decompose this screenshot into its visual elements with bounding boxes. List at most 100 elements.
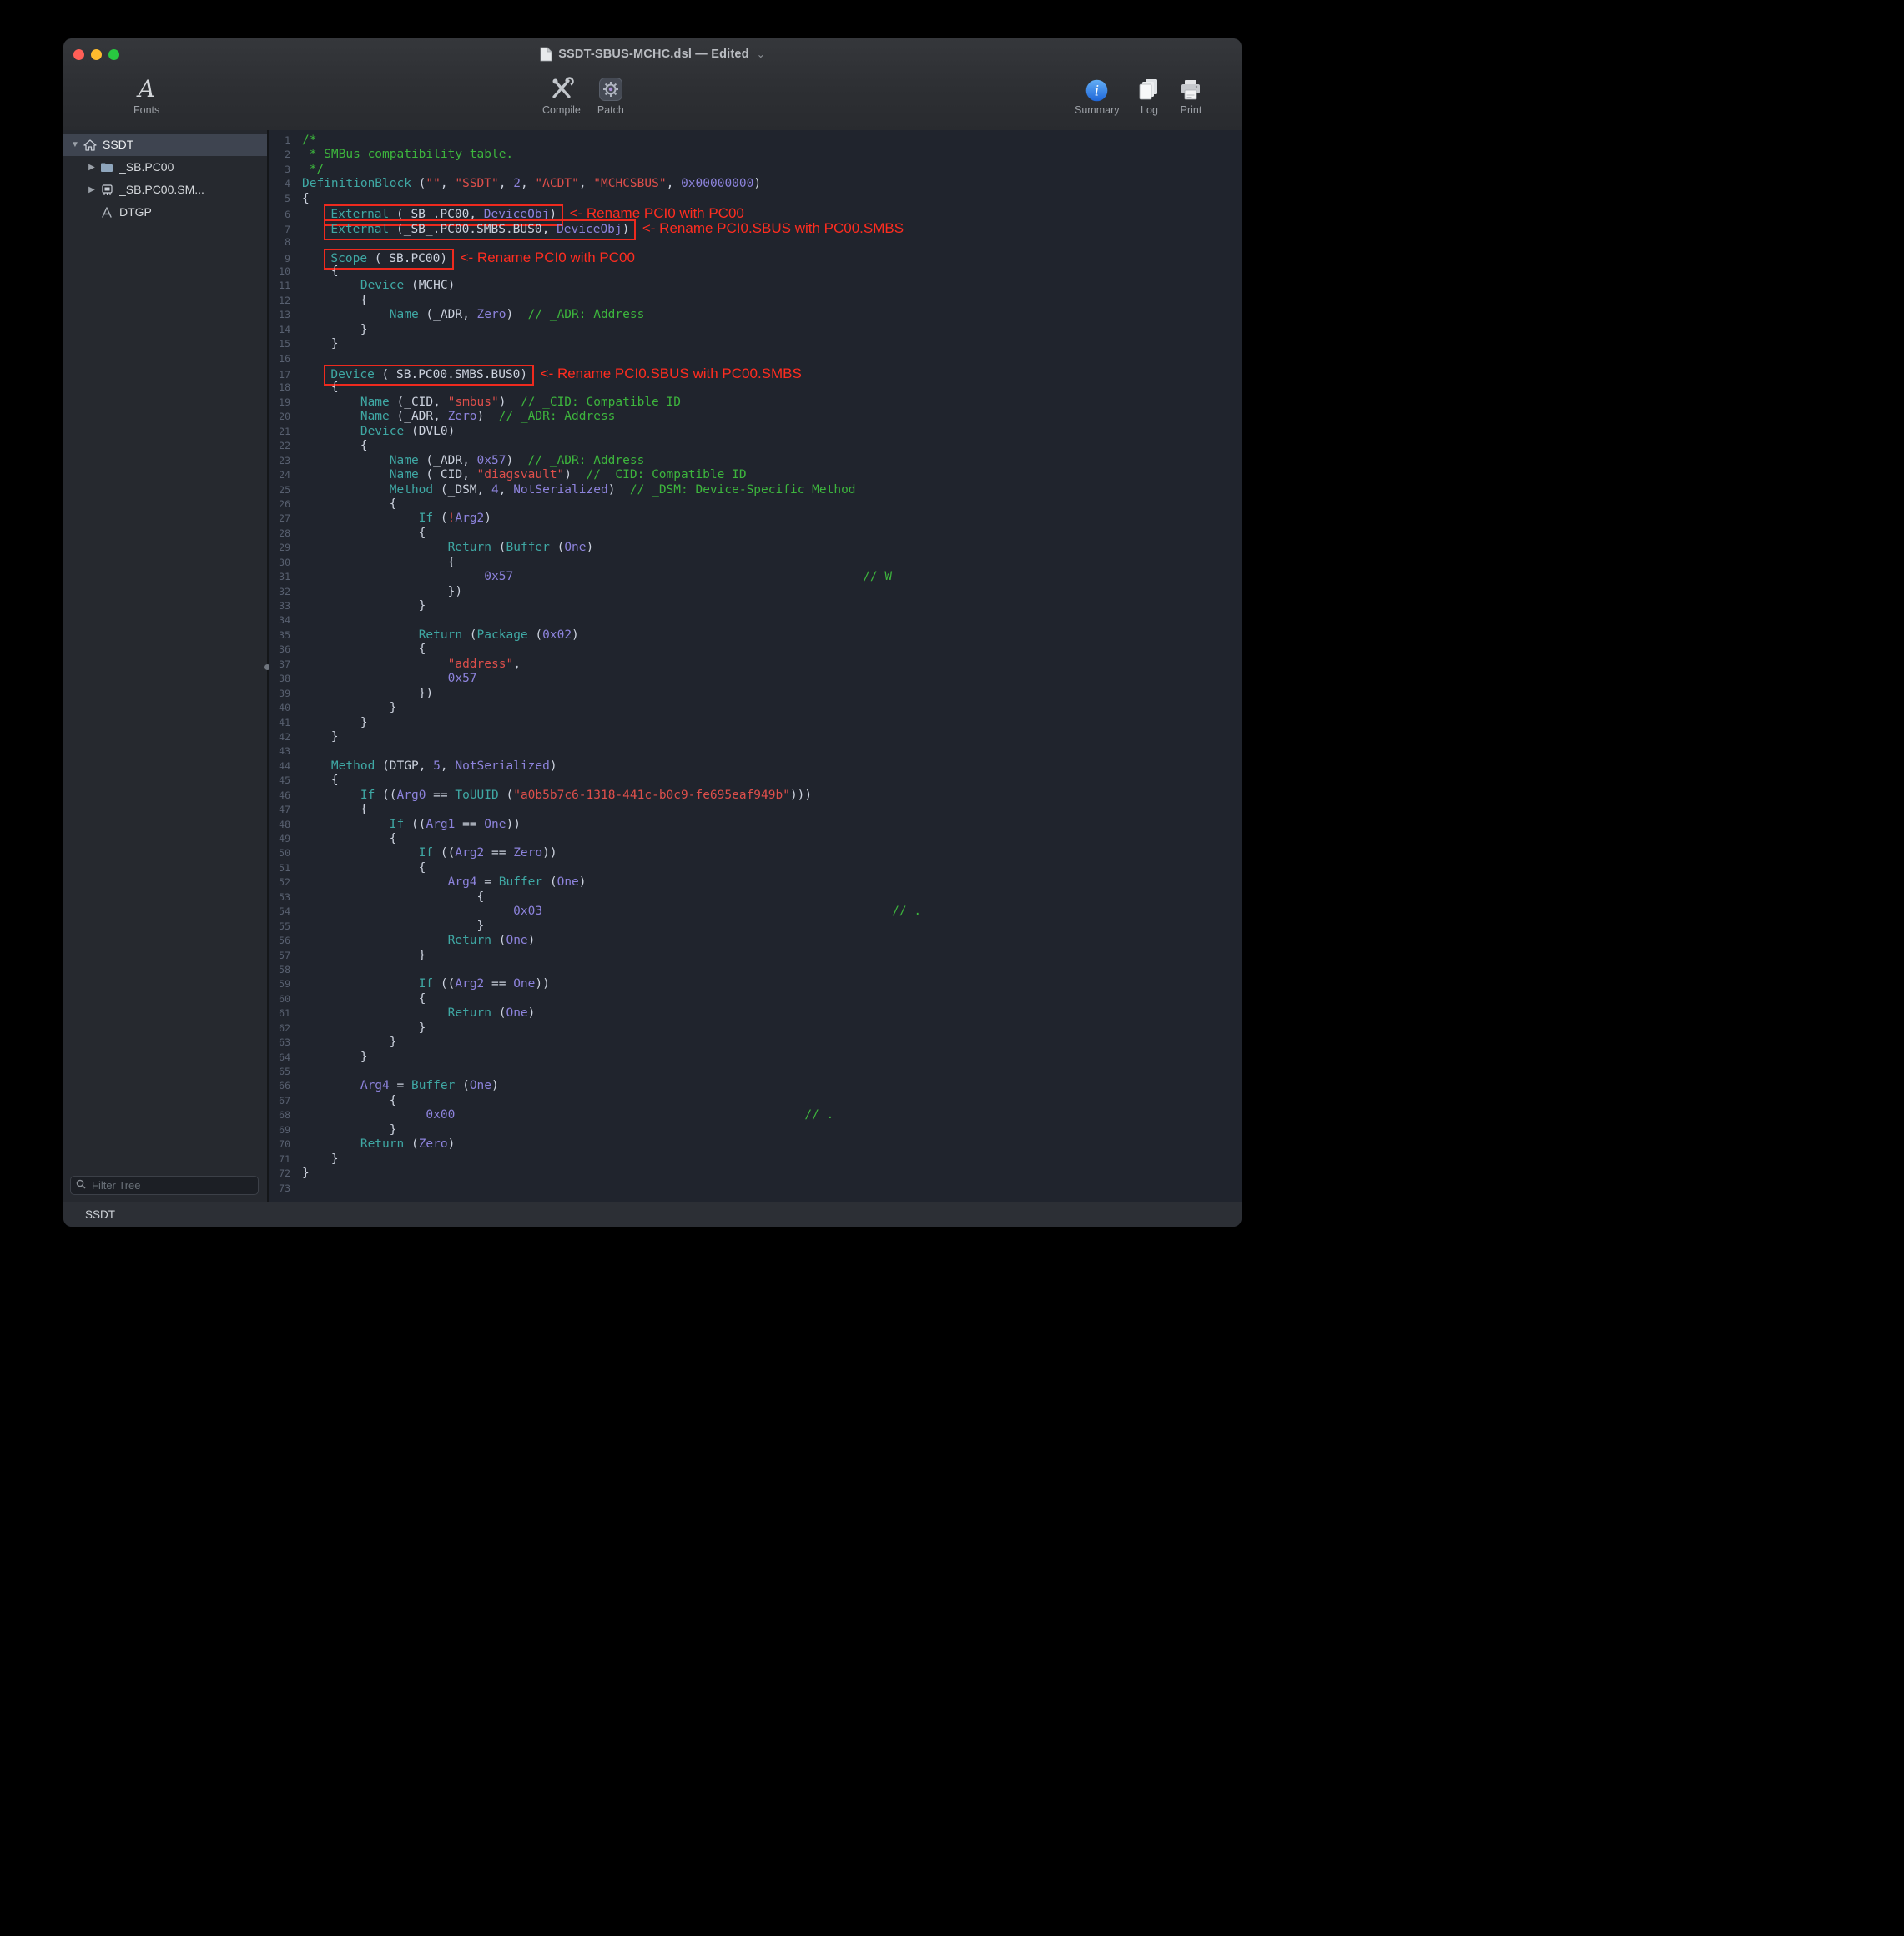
- tool-icon: [98, 207, 115, 218]
- code-line[interactable]: 71 }: [269, 1152, 1242, 1167]
- code-line[interactable]: 35 Return (Package (0x02): [269, 628, 1242, 643]
- filter-field[interactable]: [70, 1176, 259, 1195]
- chevron-right-icon[interactable]: ▶: [85, 179, 98, 201]
- code-line[interactable]: 36 {: [269, 643, 1242, 657]
- code-line[interactable]: 32 }): [269, 585, 1242, 599]
- code-line[interactable]: 60 {: [269, 992, 1242, 1006]
- code-line[interactable]: 17 Device (_SB.PC00.SMBS.BUS0)<- Rename …: [269, 366, 1242, 381]
- code-line[interactable]: 29 Return (Buffer (One): [269, 541, 1242, 555]
- code-line[interactable]: 53 {: [269, 890, 1242, 905]
- code-line[interactable]: 59 If ((Arg2 == One)): [269, 977, 1242, 991]
- title-bar[interactable]: SSDT-SBUS-MCHC.dsl — Edited ⌄: [63, 38, 1242, 70]
- code-line[interactable]: 65: [269, 1065, 1242, 1079]
- code-text: {: [302, 861, 426, 875]
- code-line[interactable]: 49 {: [269, 832, 1242, 846]
- chevron-down-icon[interactable]: ▼: [68, 134, 82, 156]
- code-editor[interactable]: 1/*2 * SMBus compatibility table.3 */4De…: [269, 130, 1242, 1202]
- code-line[interactable]: 58: [269, 963, 1242, 977]
- code-line[interactable]: 66 Arg4 = Buffer (One): [269, 1079, 1242, 1093]
- code-line[interactable]: 67 {: [269, 1094, 1242, 1108]
- chevron-right-icon[interactable]: ▶: [85, 156, 98, 179]
- code-line[interactable]: 12 {: [269, 294, 1242, 308]
- code-line[interactable]: 43: [269, 744, 1242, 759]
- code-token: ,: [521, 177, 535, 190]
- code-line[interactable]: 55 }: [269, 920, 1242, 934]
- code-token: [455, 1108, 804, 1122]
- code-line[interactable]: 63 }: [269, 1036, 1242, 1050]
- code-line[interactable]: 13 Name (_ADR, Zero) // _ADR: Address: [269, 308, 1242, 322]
- code-token: ): [477, 410, 499, 423]
- code-line[interactable]: 72}: [269, 1167, 1242, 1181]
- sidebar-item-dtgp[interactable]: DTGP: [63, 201, 267, 224]
- code-line[interactable]: 45 {: [269, 774, 1242, 788]
- code-line[interactable]: 28 {: [269, 527, 1242, 541]
- print-button[interactable]: Print: [1179, 73, 1202, 116]
- code-line[interactable]: 41 }: [269, 716, 1242, 730]
- sidebar-item-sb-pc00-sm[interactable]: ▶_SB.PC00.SM...: [63, 179, 267, 201]
- sidebar-item-sb-pc00[interactable]: ▶_SB.PC00: [63, 156, 267, 179]
- patch-button[interactable]: Patch: [597, 73, 624, 116]
- code-line[interactable]: 9 Scope (_SB.PC00)<- Rename PCI0 with PC…: [269, 250, 1242, 265]
- code-line[interactable]: 34: [269, 613, 1242, 628]
- code-text: }): [302, 687, 433, 700]
- code-line[interactable]: 24 Name (_CID, "diagsvault") // _CID: Co…: [269, 468, 1242, 482]
- code-line[interactable]: 1/*: [269, 134, 1242, 148]
- code-line[interactable]: 68 0x00 // .: [269, 1108, 1242, 1122]
- code-line[interactable]: 70 Return (Zero): [269, 1137, 1242, 1152]
- code-line[interactable]: 37 "address",: [269, 658, 1242, 672]
- code-line[interactable]: 22 {: [269, 439, 1242, 453]
- window-header: SSDT-SBUS-MCHC.dsl — Edited ⌄ A Fonts: [63, 38, 1242, 131]
- sidebar-item-ssdt[interactable]: ▼SSDT: [63, 134, 267, 156]
- code-line[interactable]: 21 Device (DVL0): [269, 425, 1242, 439]
- code-text: }: [302, 1036, 397, 1049]
- log-button[interactable]: Log: [1137, 73, 1161, 116]
- code-token: 2: [513, 177, 521, 190]
- code-line[interactable]: 25 Method (_DSM, 4, NotSerialized) // _D…: [269, 483, 1242, 497]
- code-line[interactable]: 57 }: [269, 949, 1242, 963]
- code-line[interactable]: 14 }: [269, 323, 1242, 337]
- code-line[interactable]: 19 Name (_CID, "smbus") // _CID: Compati…: [269, 396, 1242, 410]
- code-line[interactable]: 4DefinitionBlock ("", "SSDT", 2, "ACDT",…: [269, 177, 1242, 191]
- code-line[interactable]: 62 }: [269, 1021, 1242, 1036]
- code-token: ))): [790, 789, 812, 802]
- code-line[interactable]: 54 0x03 // .: [269, 905, 1242, 919]
- code-line[interactable]: 46 If ((Arg0 == ToUUID ("a0b5b7c6-1318-4…: [269, 789, 1242, 803]
- summary-button[interactable]: i Summary: [1075, 73, 1119, 116]
- code-line[interactable]: 50 If ((Arg2 == Zero)): [269, 846, 1242, 860]
- code-line[interactable]: 52 Arg4 = Buffer (One): [269, 875, 1242, 890]
- code-line[interactable]: 42 }: [269, 730, 1242, 744]
- code-line[interactable]: 23 Name (_ADR, 0x57) // _ADR: Address: [269, 454, 1242, 468]
- code-line[interactable]: 20 Name (_ADR, Zero) // _ADR: Address: [269, 410, 1242, 424]
- code-line[interactable]: 44 Method (DTGP, 5, NotSerialized): [269, 759, 1242, 774]
- code-text: Return (One): [302, 934, 535, 947]
- filter-input[interactable]: [90, 1178, 253, 1192]
- code-line[interactable]: 38 0x57: [269, 672, 1242, 686]
- code-line[interactable]: 31 0x57 // W: [269, 570, 1242, 584]
- code-token: [302, 483, 390, 497]
- fonts-button[interactable]: A Fonts: [133, 73, 159, 116]
- code-line[interactable]: 27 If (!Arg2): [269, 512, 1242, 526]
- code-text: If ((Arg2 == Zero)): [302, 846, 557, 860]
- code-line[interactable]: 73: [269, 1182, 1242, 1196]
- code-line[interactable]: 30 {: [269, 556, 1242, 570]
- code-line[interactable]: 61 Return (One): [269, 1006, 1242, 1021]
- code-line[interactable]: 47 {: [269, 803, 1242, 817]
- code-line[interactable]: 7 External (_SB_.PC00.SMBS.BUS0, DeviceO…: [269, 221, 1242, 235]
- code-line[interactable]: 69 }: [269, 1123, 1242, 1137]
- code-line[interactable]: 33 }: [269, 599, 1242, 613]
- code-line[interactable]: 11 Device (MCHC): [269, 279, 1242, 293]
- code-line[interactable]: 26 {: [269, 497, 1242, 512]
- code-line[interactable]: 56 Return (One): [269, 934, 1242, 948]
- code-line[interactable]: 48 If ((Arg1 == One)): [269, 818, 1242, 832]
- code-line[interactable]: 40 }: [269, 701, 1242, 715]
- code-line[interactable]: 2 * SMBus compatibility table.: [269, 148, 1242, 162]
- code-line[interactable]: 51 {: [269, 861, 1242, 875]
- title-chevron-icon[interactable]: ⌄: [757, 48, 765, 60]
- code-token: Return: [448, 1006, 491, 1020]
- code-line[interactable]: 3 */: [269, 163, 1242, 177]
- code-line[interactable]: 39 }): [269, 687, 1242, 701]
- code-line[interactable]: 15 }: [269, 337, 1242, 351]
- compile-button[interactable]: Compile: [542, 73, 581, 116]
- code-line[interactable]: 64 }: [269, 1051, 1242, 1065]
- code-text: If ((Arg1 == One)): [302, 818, 521, 831]
